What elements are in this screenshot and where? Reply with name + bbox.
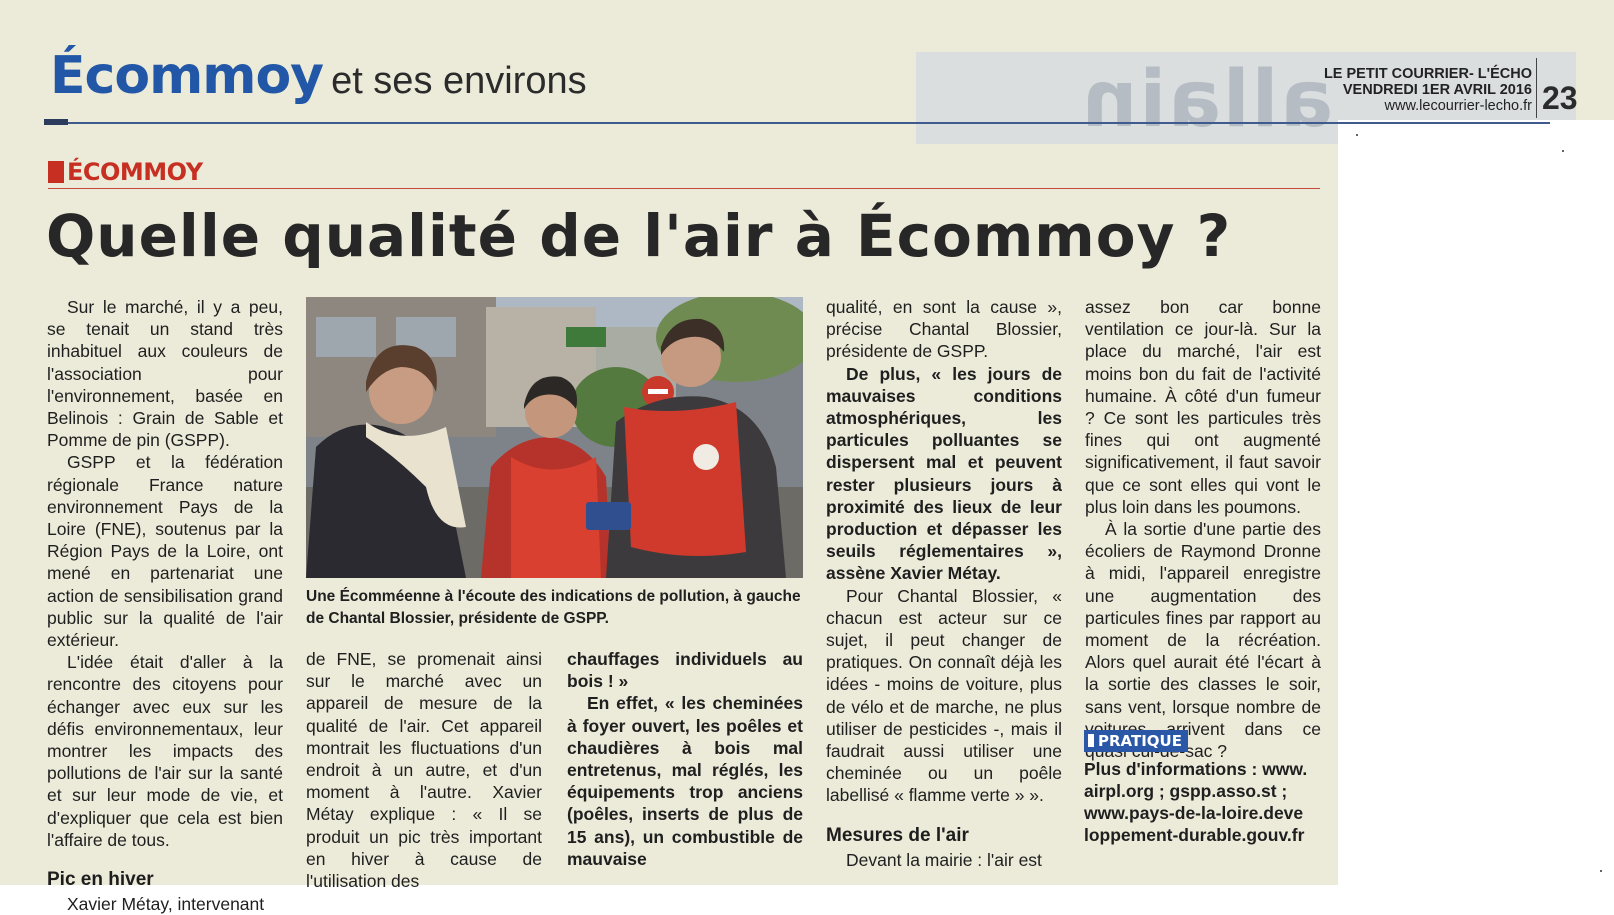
practical-line: loppement-durable.gouv.fr	[1084, 825, 1305, 845]
paragraph: Xavier Métay, intervenant	[67, 894, 265, 915]
header-title: Écommoy	[50, 46, 324, 106]
article-column-1: Sur le marché, il y a peu, se tenait un …	[47, 296, 283, 915]
rubric-square	[48, 161, 64, 183]
scan-speck	[1356, 134, 1358, 136]
paragraph: À la sortie d'une partie des écoliers de…	[1085, 519, 1321, 762]
article-column-4: qualité, en sont la cause », précise Cha…	[826, 296, 1062, 871]
paragraph: De plus, « les jours de mauvaises condit…	[826, 363, 1062, 584]
practical-line: airpl.org ; gspp.asso.st ;	[1084, 781, 1288, 801]
paragraph: L'idée était d'aller à la rencontre des …	[47, 652, 283, 850]
paragraph: qualité, en sont la cause », précise Cha…	[826, 297, 1062, 362]
publication-name: LE PETIT COURRIER- L'ÉCHO	[1323, 66, 1532, 82]
section-header: Écommoy et ses environs	[50, 46, 587, 106]
paragraph: En effet, « les cheminées à foyer ouvert…	[567, 693, 803, 869]
paragraph: chauffages individuels au bois ! »	[567, 649, 803, 692]
article-column-3: chauffages individuels au bois ! » En ef…	[567, 648, 803, 870]
section-rubric: ÉCOMMOY	[48, 158, 203, 186]
subheading: Pic en hiver	[47, 869, 154, 891]
rubric-label: ÉCOMMOY	[67, 158, 203, 186]
practical-line: www.pays-de-la-loire.deve	[1084, 803, 1304, 823]
practical-label-text: PRATIQUE	[1098, 732, 1182, 750]
header-rule-accent	[44, 119, 68, 125]
scan-blank-area	[1338, 120, 1614, 885]
practical-label: PRATIQUE	[1084, 730, 1188, 752]
article-column-2: de FNE, se promenait ainsi sur le marché…	[306, 648, 542, 892]
bleed-through-text: allain	[1080, 55, 1334, 145]
practical-line: Plus d'informations : www.	[1084, 759, 1308, 779]
header-subtitle: et ses environs	[331, 60, 587, 102]
publication-info: LE PETIT COURRIER- L'ÉCHO VENDREDI 1ER A…	[1300, 66, 1532, 114]
header-rule	[44, 122, 1550, 124]
article-column-5: assez bon car bonne ventilation ce jour-…	[1085, 296, 1321, 762]
paragraph: Pour Chantal Blossier, « chacun est acte…	[826, 585, 1062, 806]
publication-date: VENDREDI 1ER AVRIL 2016	[1342, 82, 1532, 98]
article-headline: Quelle qualité de l'air à Écommoy ?	[46, 202, 1232, 270]
practical-square	[1088, 734, 1094, 747]
scan-speck	[1562, 150, 1564, 152]
publication-website: www.lecourrier-lecho.fr	[1384, 98, 1532, 114]
subheading: Mesures de l'air	[826, 824, 969, 846]
paragraph: GSPP et la fédération régionale France n…	[47, 452, 283, 651]
paragraph: Devant la mairie : l'air est	[846, 849, 1042, 870]
paragraph: de FNE, se promenait ainsi sur le marché…	[306, 649, 542, 892]
paragraph: Sur le marché, il y a peu, se tenait un …	[47, 297, 283, 451]
scan-speck	[1600, 870, 1602, 872]
paragraph: assez bon car bonne ventilation ce jour-…	[1085, 297, 1321, 517]
page-number: 23	[1542, 80, 1578, 116]
article-photo	[306, 297, 803, 578]
photo-caption: Une Écomméenne à l'écoute des indication…	[306, 588, 801, 627]
page-number-divider	[1536, 58, 1537, 118]
rubric-rule	[48, 188, 1320, 189]
practical-info: Plus d'informations : www. airpl.org ; g…	[1084, 758, 1324, 846]
photo-illustration	[306, 297, 803, 578]
